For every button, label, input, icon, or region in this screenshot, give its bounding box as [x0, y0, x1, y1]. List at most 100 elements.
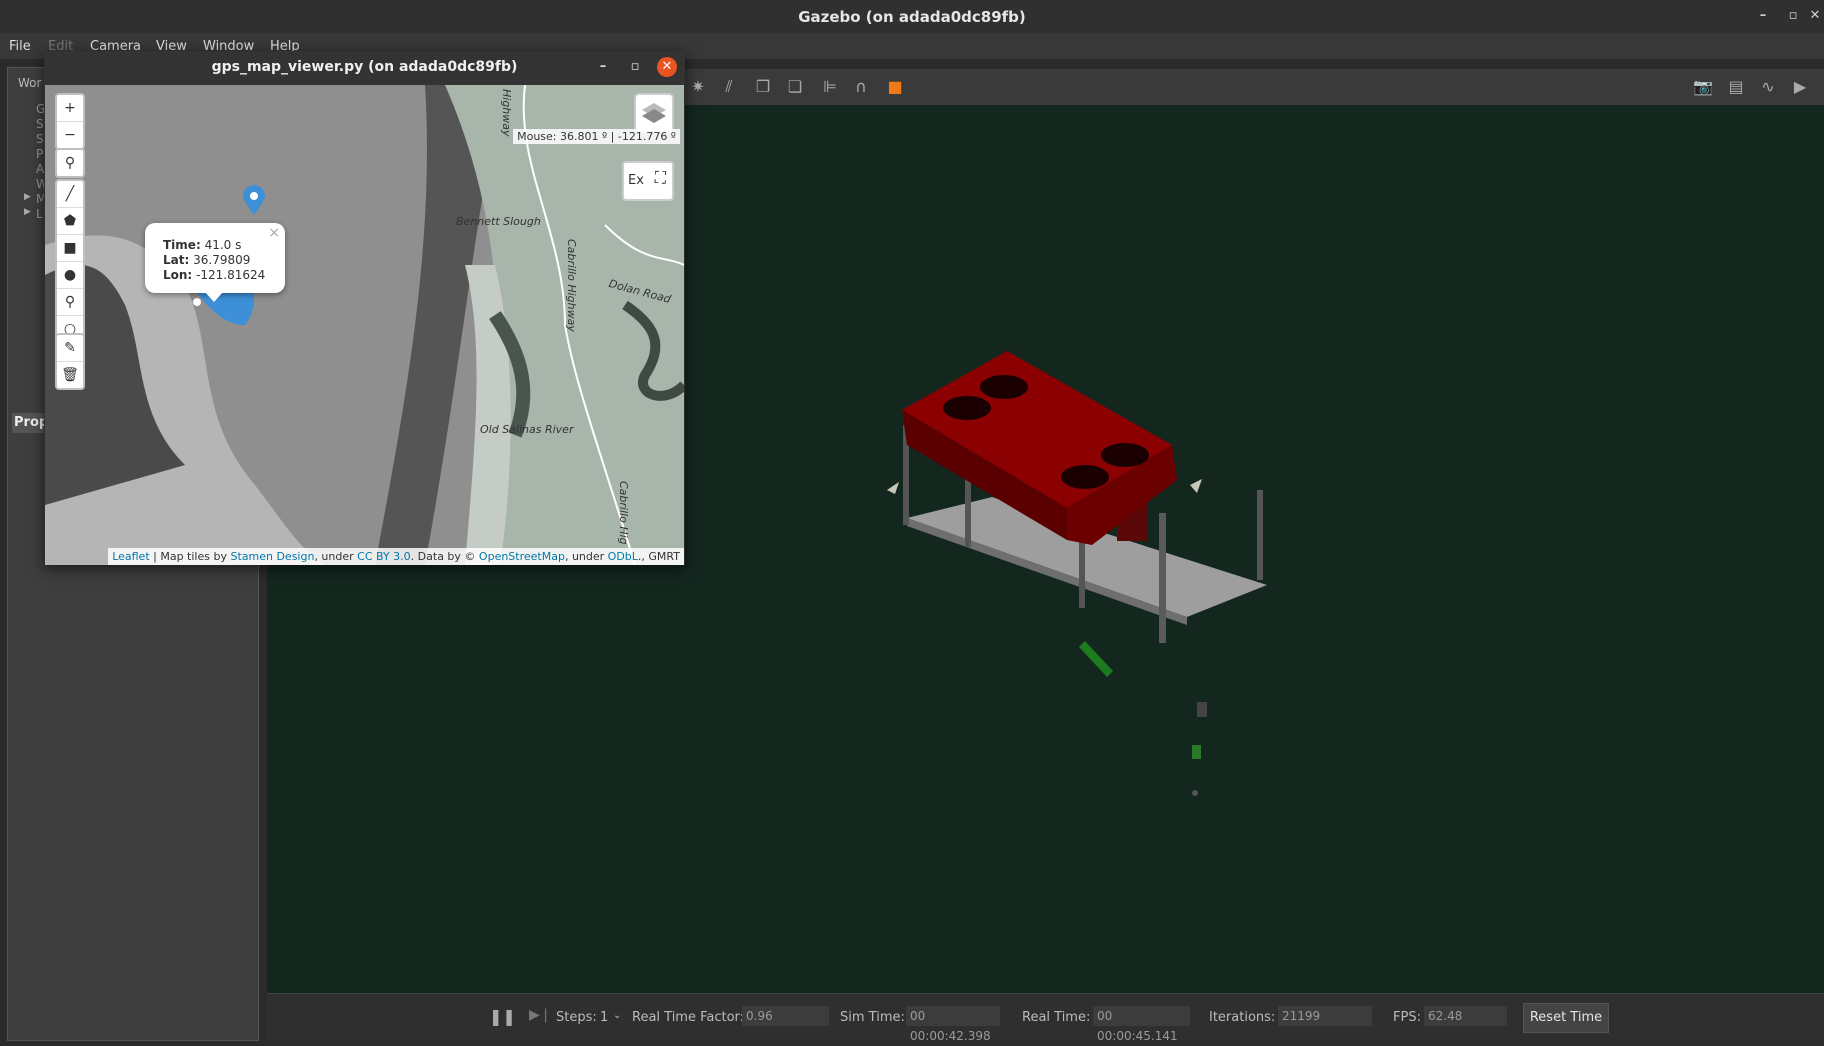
close-icon[interactable]: ✕: [1805, 6, 1824, 26]
rov-frame-post: [1257, 490, 1263, 580]
popup-tip: [205, 292, 223, 302]
copy-icon[interactable]: ❐: [752, 77, 774, 97]
stamen-link[interactable]: Stamen Design: [230, 550, 314, 563]
draw-circle-icon[interactable]: ●: [57, 262, 83, 289]
leaflet-link[interactable]: Leaflet: [112, 550, 149, 563]
popup-lat: Lat: 36.79809: [163, 253, 251, 267]
debris-object: [1197, 702, 1207, 717]
map-window-titlebar: gps_map_viewer.py (on adada0dc89fb) – ▫ …: [44, 51, 685, 85]
rov-thruster-hole: [1061, 465, 1109, 489]
mouse-position-readout: Mouse: 36.801 º | -121.776 º: [513, 129, 680, 144]
export-button[interactable]: Ex ⛶: [622, 161, 674, 201]
expand-arrow-icon[interactable]: ▶: [24, 192, 31, 202]
map-attribution: Leaflet | Map tiles by Stamen Design, un…: [108, 548, 684, 565]
iterations-label: Iterations:: [1209, 1010, 1276, 1025]
minimize-icon[interactable]: –: [593, 57, 613, 77]
rov-arm: [1079, 641, 1113, 677]
tree-item[interactable]: P: [36, 147, 43, 161]
screenshot-icon[interactable]: 📷: [1692, 77, 1714, 97]
map-label-bennett: Bennett Slough: [456, 215, 541, 228]
paste-icon[interactable]: ❏: [784, 77, 806, 97]
draw-rectangle-icon[interactable]: ■: [57, 235, 83, 262]
popup-lon: Lon: -121.81624: [163, 268, 266, 282]
map-marker-icon[interactable]: [241, 185, 267, 217]
fps-field: 62.48: [1424, 1006, 1507, 1026]
tree-item[interactable]: A: [36, 162, 44, 176]
align-icon[interactable]: ⊫: [819, 77, 841, 97]
tree-item[interactable]: S: [36, 132, 44, 146]
map-label-highway: Highway: [500, 89, 513, 137]
point-light-icon[interactable]: ✷: [687, 77, 709, 97]
edit-toolbar: ✎ 🗑: [55, 333, 85, 390]
draw-marker-icon[interactable]: ⚲: [57, 289, 83, 316]
tree-item[interactable]: L: [36, 207, 43, 221]
map-window-title: gps_map_viewer.py (on adada0dc89fb): [211, 59, 518, 75]
steps-value[interactable]: 1: [600, 1010, 608, 1025]
sim-time-field: 00 00:00:42.398: [906, 1006, 1000, 1043]
log-icon[interactable]: ▤: [1725, 77, 1747, 97]
maximize-icon[interactable]: ▫: [1783, 6, 1803, 26]
fullscreen-icon: ⛶: [654, 168, 666, 187]
debris-object: [1192, 790, 1198, 796]
map-canvas[interactable]: Highway Bennett Slough Cabrillo Highway …: [45, 85, 684, 565]
vehicle-position-marker[interactable]: [189, 294, 205, 310]
layers-icon: [642, 103, 666, 123]
plot-icon[interactable]: ∿: [1757, 77, 1779, 97]
video-record-icon[interactable]: ▶: [1789, 77, 1811, 97]
rov-thruster-hole: [980, 375, 1028, 399]
rov-thruster-hole: [1101, 443, 1149, 467]
window-title: Gazebo (on adada0dc89fb): [798, 8, 1026, 26]
map-label-river: Old Salinas River: [480, 423, 574, 436]
directional-light-icon[interactable]: ⫽: [718, 77, 740, 97]
gps-map-window: gps_map_viewer.py (on adada0dc89fb) – ▫ …: [44, 51, 685, 565]
rov-thruster-hole: [943, 396, 991, 420]
rov-frame-post: [1159, 513, 1166, 643]
step-icon[interactable]: ▶❘: [529, 1007, 552, 1023]
map-tiles: [45, 85, 684, 565]
close-icon[interactable]: ✕: [657, 57, 677, 77]
menu-file[interactable]: File: [9, 39, 31, 54]
snap-icon[interactable]: ∩: [850, 77, 872, 97]
properties-header: Prop: [12, 413, 48, 433]
edit-layers-icon[interactable]: ✎: [57, 335, 83, 362]
rtf-field: 0.96: [742, 1006, 829, 1026]
draw-toolbar: ╱ ⬟ ■ ● ⚲ ○: [55, 179, 85, 344]
odbl-link[interactable]: ODbL: [608, 550, 638, 563]
fps-label: FPS:: [1393, 1010, 1421, 1025]
expand-arrow-icon[interactable]: ▶: [24, 207, 31, 217]
tree-item[interactable]: S: [36, 117, 44, 131]
iterations-field: 21199: [1278, 1006, 1372, 1026]
steps-dropdown-icon[interactable]: ⌄: [613, 1010, 621, 1021]
minimize-icon[interactable]: –: [1753, 6, 1773, 26]
rov-propeller: [1190, 479, 1202, 493]
ccby-link[interactable]: CC BY 3.0: [357, 550, 411, 563]
locate-control: ⚲: [55, 148, 85, 178]
view-angle-icon[interactable]: ■: [884, 77, 906, 97]
real-time-field: 00 00:00:45.141: [1093, 1006, 1190, 1043]
close-icon[interactable]: ×: [268, 225, 280, 241]
delete-layers-icon[interactable]: 🗑: [57, 362, 83, 388]
osm-link[interactable]: OpenStreetMap: [479, 550, 565, 563]
zoom-out-button[interactable]: −: [57, 122, 83, 148]
position-popup: × Time: 41.0 s Lat: 36.79809 Lon: -121.8…: [145, 223, 285, 302]
location-pin-icon[interactable]: ⚲: [57, 150, 83, 176]
reset-time-button[interactable]: Reset Time: [1523, 1003, 1609, 1033]
window-titlebar: Gazebo (on adada0dc89fb) – ▫ ✕: [0, 0, 1824, 33]
rtf-label: Real Time Factor:: [632, 1010, 745, 1025]
pause-icon[interactable]: ❚❚: [489, 1007, 516, 1026]
draw-polyline-icon[interactable]: ╱: [57, 181, 83, 208]
export-label: Ex: [628, 173, 644, 188]
draw-polygon-icon[interactable]: ⬟: [57, 208, 83, 235]
popup-time: Time: 41.0 s: [163, 238, 242, 252]
status-bar: ❚❚ ▶❘ Steps: 1 ⌄ Real Time Factor: 0.96 …: [267, 993, 1824, 1043]
layers-control-button[interactable]: [634, 93, 674, 133]
world-tab[interactable]: Wor: [18, 76, 41, 90]
zoom-in-button[interactable]: +: [57, 95, 83, 122]
zoom-controls: + −: [55, 93, 85, 150]
maximize-icon[interactable]: ▫: [625, 57, 645, 77]
map-label-cabrillo-2: Cabrillo Hig: [617, 481, 630, 545]
debris-object: [1192, 745, 1201, 759]
rov-propeller: [887, 482, 899, 494]
real-time-label: Real Time:: [1022, 1010, 1091, 1025]
sim-time-label: Sim Time:: [840, 1010, 905, 1025]
